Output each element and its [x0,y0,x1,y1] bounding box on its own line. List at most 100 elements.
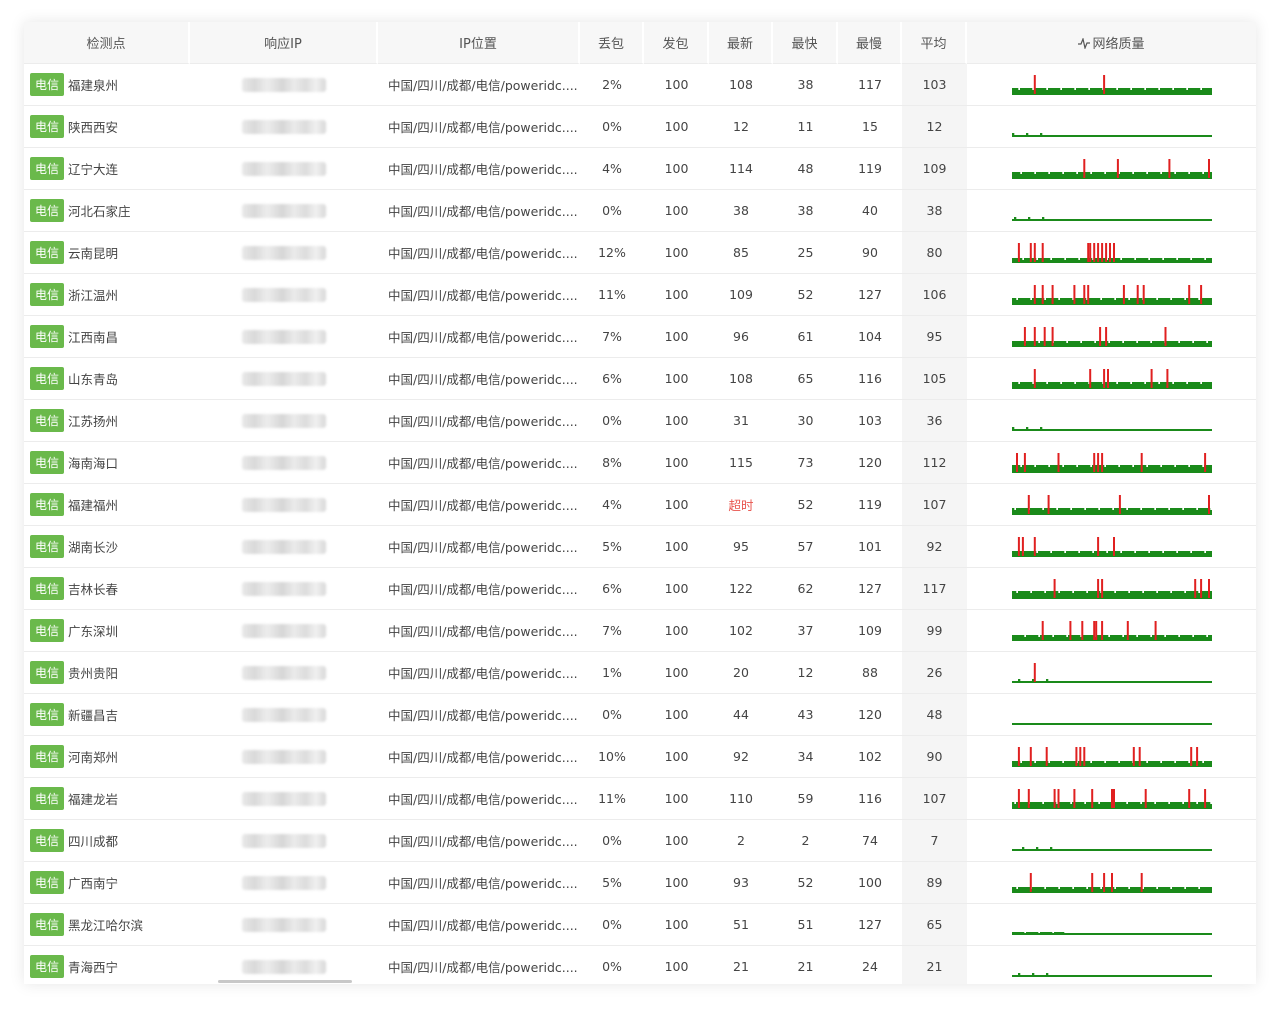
latency-bar [1189,87,1192,94]
table-row[interactable]: 电信 黑龙江哈尔滨 中国/四川/成都/电信/poweridc.... 0% 100 51 5… [24,904,1256,946]
table-row[interactable]: 电信 福建龙岩 中国/四川/成都/电信/poweridc.... 11% 100 110 5… [24,778,1256,820]
latency-bar [1181,171,1184,178]
latency-bar [1091,722,1094,724]
table-row[interactable]: 电信 吉林长春 中国/四川/成都/电信/poweridc.... 6% 100 122 62… [24,568,1256,610]
latency-bar [1045,383,1048,388]
latency-bar [1201,381,1204,388]
table-row[interactable]: 电信 海南海口 中国/四川/成都/电信/poweridc.... 8% 100 115 73… [24,442,1256,484]
latency-bar [1189,134,1192,136]
latency-bar [1095,87,1098,94]
table-row[interactable]: 电信 江苏扬州 中国/四川/成都/电信/poweridc.... 0% 100 31 30 1… [24,400,1256,442]
latency-bar [1049,760,1052,766]
table-row[interactable]: 电信 辽宁大连 中国/四川/成都/电信/poweridc.... 4% 100 114 48… [24,148,1256,190]
table-row[interactable]: 电信 福建福州 中国/四川/成都/电信/poweridc.... 4% 100 超时 52 1… [24,484,1256,526]
packet-loss-spike [1086,284,1089,304]
table-row[interactable]: 电信 云南昆明 中国/四川/成都/电信/poweridc.... 12% 100 85 25… [24,232,1256,274]
header-ip[interactable]: 响应IP [190,22,378,64]
latency-bar [1037,342,1040,346]
table-row[interactable]: 电信 河北石家庄 中国/四川/成都/电信/poweridc.... 0% 100 38 38… [24,190,1256,232]
latency-bar [1107,680,1110,682]
latency-bar [1025,171,1028,178]
latency-bar [1083,634,1086,640]
node-cell: 电信 福建龙岩 [24,778,190,820]
table-row[interactable]: 电信 江西南昌 中国/四川/成都/电信/poweridc.... 7% 100 96 61 1… [24,316,1256,358]
header-quality[interactable]: 网络质量 [967,22,1256,64]
header-node[interactable]: 检测点 [24,22,190,64]
latency-bar [1109,722,1112,724]
table-row[interactable]: 电信 山东青岛 中国/四川/成都/电信/poweridc.... 6% 100 108 65… [24,358,1256,400]
quality-cell [967,274,1256,316]
latency-bar [1095,722,1098,724]
latency-bar [1117,87,1120,94]
table-row[interactable]: 电信 福建泉州 中国/四川/成都/电信/poweridc.... 2% 100 108 38… [24,64,1256,106]
latency-bar [1155,464,1158,472]
header-location[interactable]: IP位置 [378,22,580,64]
latency-bar [1129,932,1132,934]
table-row[interactable]: 电信 河南郑州 中国/四川/成都/电信/poweridc.... 10% 100 92 34… [24,736,1256,778]
header-fastest[interactable]: 最快 [773,22,838,64]
latency-bar [1021,259,1024,262]
latency-bar [1053,87,1056,94]
latency-bar [1095,680,1098,682]
table-row[interactable]: 电信 浙江温州 中国/四川/成都/电信/poweridc.... 11% 100 109 5… [24,274,1256,316]
latency-bar [1139,257,1142,262]
latency-bar [1163,134,1166,136]
avg-cell: 89 [902,862,967,904]
latency-bar [1173,634,1176,640]
latency-bar [1167,550,1170,556]
table-row[interactable]: 电信 四川成都 中国/四川/成都/电信/poweridc.... 0% 100 2 2 74 7 [24,820,1256,862]
table-row[interactable]: 电信 广西南宁 中国/四川/成都/电信/poweridc.... 5% 100 93 52 1… [24,862,1256,904]
latency-bar [1151,428,1154,430]
latency-bar [1185,218,1188,220]
header-latest[interactable]: 最新 [709,22,773,64]
table-row[interactable]: 电信 湖南长沙 中国/四川/成都/电信/poweridc.... 5% 100 95 57 1… [24,526,1256,568]
latency-bar [1131,974,1134,976]
latency-bar [1203,848,1206,850]
quality-sparkline [1011,788,1212,809]
latency-bar [1143,590,1146,598]
fastest-cell: 43 [773,694,838,736]
latency-bar [1011,931,1014,934]
latency-bar [1133,171,1136,178]
header-sent[interactable]: 发包 [644,22,709,64]
header-slowest[interactable]: 最慢 [838,22,902,64]
latency-bar [1023,886,1026,892]
latency-bar [1085,634,1088,640]
latency-bar [1021,801,1024,808]
horizontal-scrollbar[interactable] [218,980,352,983]
quality-sparkline [1011,620,1212,641]
table-row[interactable]: 电信 贵州贵阳 中国/四川/成都/电信/poweridc.... 1% 100 20 12 8… [24,652,1256,694]
latency-bar [1125,886,1128,892]
latency-bar [1045,848,1048,850]
table-row[interactable]: 电信 陕西西安 中国/四川/成都/电信/poweridc.... 0% 100 12 11 1… [24,106,1256,148]
latency-bar [1119,259,1122,262]
latency-bar [1139,509,1142,514]
table-row[interactable]: 电信 新疆昌吉 中国/四川/成都/电信/poweridc.... 0% 100 44 43 1… [24,694,1256,736]
header-avg[interactable]: 平均 [902,22,967,64]
latency-bar [1085,134,1088,136]
latency-bar [1147,722,1150,724]
latency-bar [1055,297,1058,304]
table-row[interactable]: 电信 广东深圳 中国/四川/成都/电信/poweridc.... 7% 100 102 37… [24,610,1256,652]
latency-bar [1209,932,1212,934]
latency-bar [1091,680,1094,682]
latency-bar [1117,590,1120,598]
latency-bar [1189,722,1192,724]
latency-bar [1179,974,1182,976]
latency-bar [1131,381,1134,388]
latency-bar [1125,848,1128,850]
latency-bar [1101,722,1104,724]
header-loss[interactable]: 丢包 [580,22,644,64]
latency-bar [1185,680,1188,682]
latency-bar [1079,507,1082,514]
fastest-cell: 61 [773,316,838,358]
latest-cell: 93 [709,862,773,904]
table-row[interactable]: 电信 青海西宁 中国/四川/成都/电信/poweridc.... 0% 100 21 21 2… [24,946,1256,984]
latency-bar [1023,680,1026,682]
latency-bar [1119,634,1122,640]
latency-bar [1109,848,1112,850]
latency-bar [1125,134,1128,136]
latency-bar [1189,340,1192,346]
latency-bar [1025,886,1028,892]
latency-bar [1021,590,1024,598]
